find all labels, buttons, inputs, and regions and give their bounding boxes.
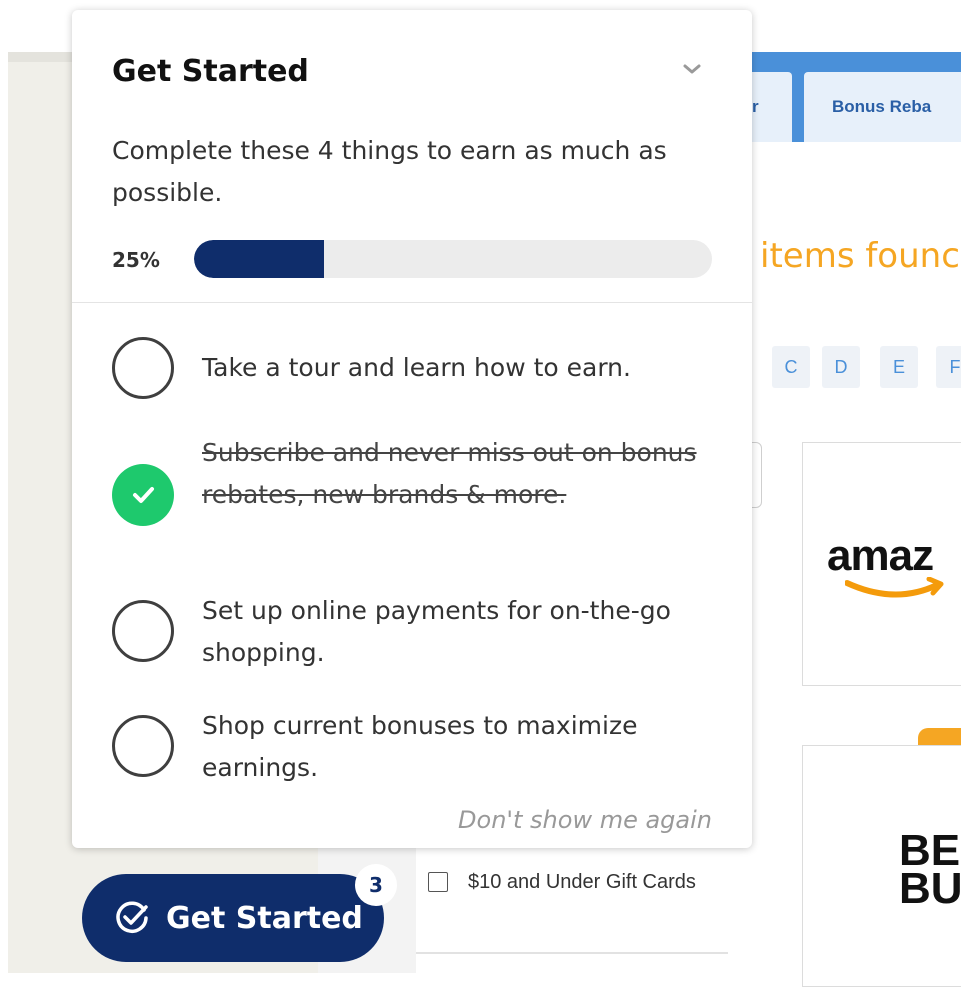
unchecked-circle-icon[interactable] bbox=[112, 600, 174, 662]
chevron-down-icon[interactable] bbox=[680, 60, 704, 78]
task-label: Set up online payments for on-the-go sho… bbox=[202, 596, 671, 667]
task-subscribe[interactable]: Subscribe and never miss out on bonus re… bbox=[112, 432, 712, 562]
dont-show-again-link[interactable]: Don't show me again bbox=[458, 806, 712, 834]
tab-bonus-rebates[interactable]: Bonus Reba bbox=[804, 72, 961, 142]
panel-divider bbox=[72, 302, 752, 303]
check-circle-icon bbox=[116, 901, 148, 933]
filter-checkbox[interactable] bbox=[428, 872, 448, 892]
check-circle-icon[interactable] bbox=[112, 464, 174, 526]
task-label: Subscribe and never miss out on bonus re… bbox=[202, 438, 697, 509]
panel-title: Get Started bbox=[112, 54, 309, 89]
filter-option[interactable]: $10 and Under Gift Cards bbox=[428, 866, 728, 898]
task-shop-bonuses[interactable]: Shop current bonuses to maximize earning… bbox=[112, 705, 712, 789]
progress-bar bbox=[194, 240, 712, 278]
filter-label: $10 and Under Gift Cards bbox=[468, 871, 696, 893]
amazon-smile-icon bbox=[845, 577, 944, 598]
progress-bar-fill bbox=[194, 240, 324, 278]
task-online-payments[interactable]: Set up online payments for on-the-go sho… bbox=[112, 590, 712, 674]
letter-filter-c[interactable]: C bbox=[772, 346, 810, 388]
best-buy-logo: BE BU bbox=[899, 826, 961, 913]
amazon-logo: amaz bbox=[827, 531, 934, 580]
get-started-panel: Get Started Complete these 4 things to e… bbox=[72, 10, 752, 848]
checkmark-icon bbox=[133, 487, 154, 503]
letter-filter-f[interactable]: F bbox=[936, 346, 961, 388]
task-take-tour[interactable]: Take a tour and learn how to earn. bbox=[112, 337, 712, 399]
letter-filter-e[interactable]: E bbox=[880, 346, 918, 388]
get-started-button[interactable]: Get Started bbox=[82, 874, 384, 962]
divider bbox=[416, 952, 728, 954]
brand-card-amazon[interactable]: amaz bbox=[802, 442, 961, 686]
letter-filter-d[interactable]: D bbox=[822, 346, 860, 388]
progress-percent: 25% bbox=[112, 248, 160, 272]
results-count-heading: items founc bbox=[760, 236, 960, 276]
get-started-label: Get Started bbox=[166, 900, 363, 936]
remaining-count-badge: 3 bbox=[357, 866, 395, 904]
unchecked-circle-icon[interactable] bbox=[112, 337, 174, 399]
task-label: Take a tour and learn how to earn. bbox=[202, 353, 631, 382]
unchecked-circle-icon[interactable] bbox=[112, 715, 174, 777]
task-label: Shop current bonuses to maximize earning… bbox=[202, 711, 638, 782]
panel-description: Complete these 4 things to earn as much … bbox=[112, 136, 667, 207]
brand-card-best-buy[interactable]: BE BU bbox=[802, 745, 961, 987]
